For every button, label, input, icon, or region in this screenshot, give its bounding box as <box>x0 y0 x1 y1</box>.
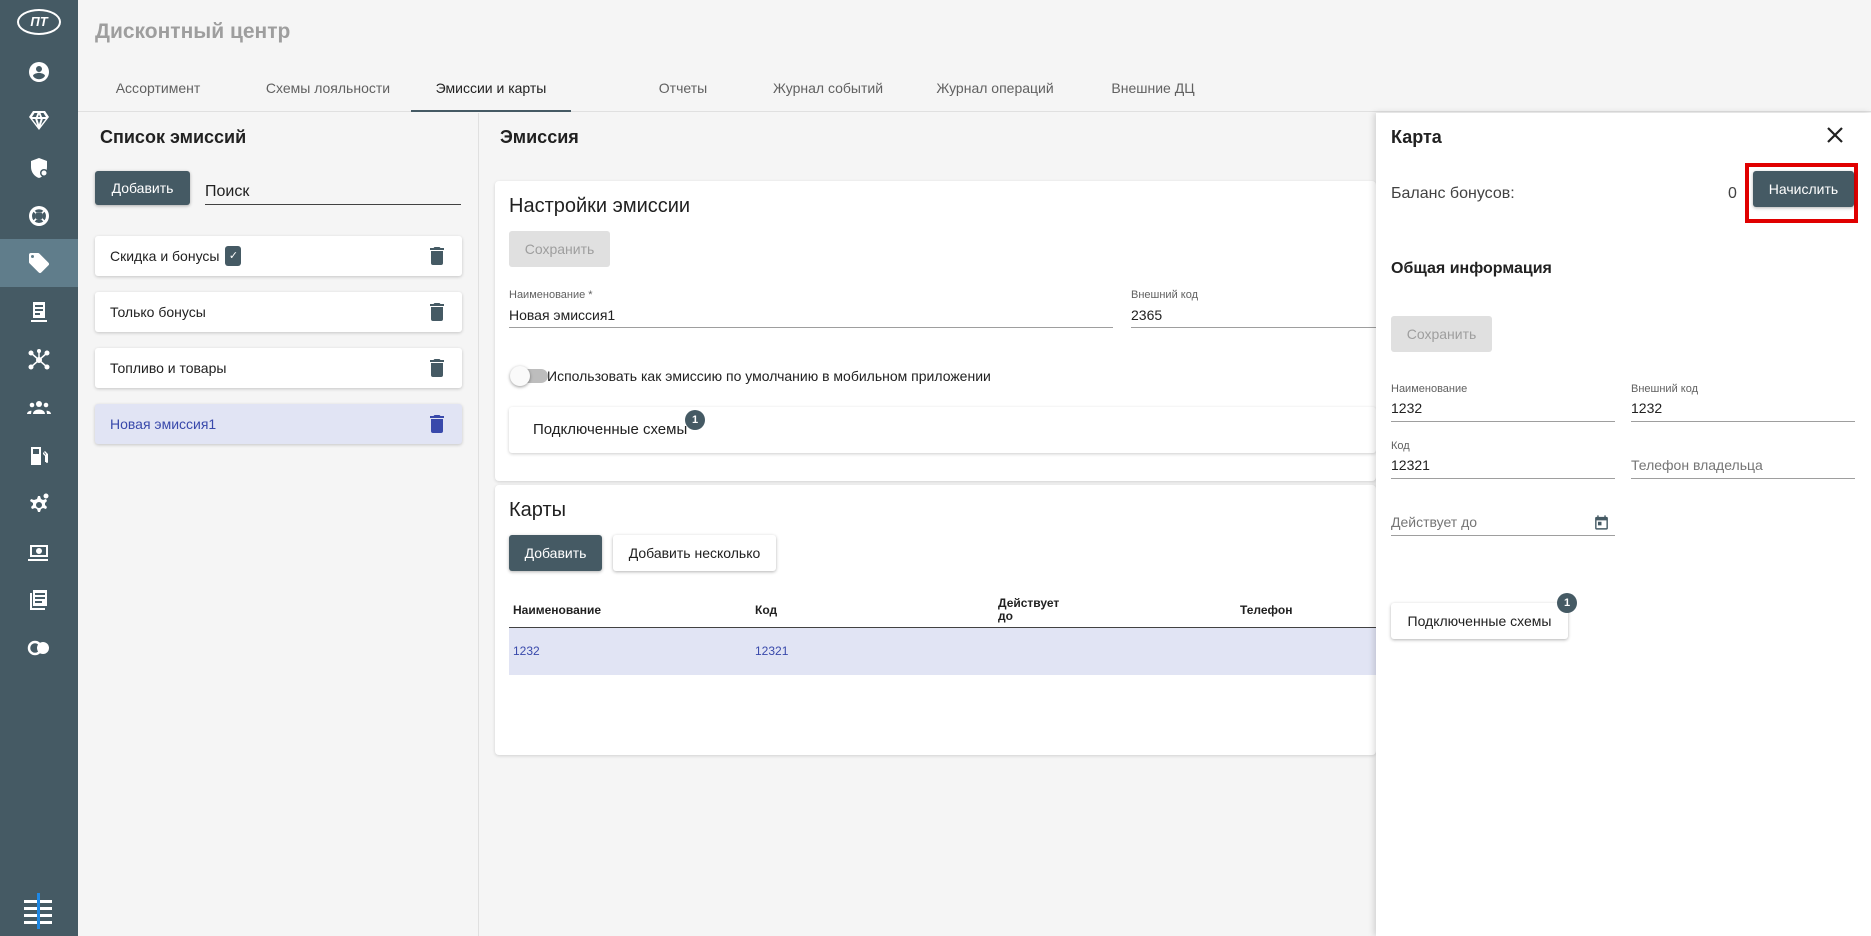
cards-title: Карты <box>509 499 566 521</box>
receipt-icon[interactable] <box>0 289 78 335</box>
general-info-title: Общая информация <box>1391 260 1552 277</box>
logo-icon[interactable]: ПТ <box>17 9 61 35</box>
col-header-phone[interactable]: Телефон <box>1240 603 1292 617</box>
shield-icon[interactable] <box>0 145 78 191</box>
emission-item-selected[interactable]: Новая эмиссия1 <box>95 404 462 444</box>
card-drawer: Карта Баланс бонусов: 0 Начислить Общая … <box>1376 113 1871 936</box>
settings-gear-icon[interactable] <box>0 481 78 527</box>
tab-assortment[interactable]: Ассортимент <box>98 64 218 112</box>
drawer-connected-schemes-button[interactable]: Подключенные схемы <box>1391 603 1568 639</box>
emission-item-label: Скидка и бонусы <box>110 248 220 264</box>
name-field[interactable]: Новая эмиссия1 <box>509 307 1113 328</box>
emission-item-label: Новая эмиссия1 <box>110 416 217 432</box>
emission-item[interactable]: Скидка и бонусы ✓ <box>95 236 462 276</box>
drawer-code-label: Код <box>1391 440 1410 452</box>
drawer-ext-code-field[interactable]: 1232 <box>1631 400 1855 422</box>
tab-event-log[interactable]: Журнал событий <box>743 64 913 112</box>
ext-code-label: Внешний код <box>1131 289 1199 301</box>
emission-item[interactable]: Топливо и товары <box>95 348 462 388</box>
save-button[interactable]: Сохранить <box>509 231 610 267</box>
row-name[interactable]: 1232 <box>513 644 540 658</box>
profile-icon[interactable] <box>0 49 78 95</box>
search-input[interactable] <box>205 179 461 205</box>
balance-label: Баланс бонусов: <box>1391 185 1515 202</box>
tab-external-dc[interactable]: Внешние ДЦ <box>1078 64 1228 112</box>
menu-icon[interactable] <box>24 893 52 929</box>
connected-schemes-label: Подключенные схемы <box>533 421 688 438</box>
drawer-ext-code-label: Внешний код <box>1631 383 1699 395</box>
menu-marker <box>37 893 40 929</box>
ext-code-field[interactable]: 2365 <box>1131 307 1376 328</box>
settings-title: Настройки эмиссии <box>509 195 691 217</box>
money-icon[interactable] <box>0 529 78 575</box>
col-header-valid-line1: Действует <box>998 596 1060 610</box>
emission-list-title: Список эмиссий <box>100 127 247 147</box>
accrue-button[interactable]: Начислить <box>1753 171 1854 207</box>
users-icon[interactable] <box>0 385 78 431</box>
schemes-count-badge: 1 <box>685 410 705 430</box>
row-code[interactable]: 12321 <box>755 644 788 658</box>
drawer-code-field[interactable]: 12321 <box>1391 457 1615 479</box>
circles-icon[interactable] <box>0 625 78 671</box>
name-label: Наименование * <box>509 289 593 301</box>
owner-phone-field[interactable]: Телефон владельца <box>1631 457 1855 479</box>
close-icon[interactable] <box>1824 124 1846 146</box>
tab-loyalty-schemes[interactable]: Схемы лояльности <box>248 64 408 112</box>
drawer-name-field[interactable]: 1232 <box>1391 400 1615 422</box>
tag-icon[interactable] <box>0 239 78 287</box>
tab-emissions-cards[interactable]: Эмиссии и карты <box>411 64 571 112</box>
balance-value: 0 <box>1728 185 1737 202</box>
table-row[interactable]: 1232 12321 <box>509 628 1376 675</box>
default-emission-toggle[interactable] <box>510 366 548 386</box>
toggle-label: Использовать как эмиссию по умолчанию в … <box>547 368 991 384</box>
tab-bar: Ассортимент Схемы лояльности Эмиссии и к… <box>78 64 1871 112</box>
drawer-schemes-count-badge: 1 <box>1557 593 1577 613</box>
col-header-name[interactable]: Наименование <box>513 603 601 617</box>
emission-title: Эмиссия <box>500 127 579 147</box>
trash-icon[interactable] <box>430 247 444 265</box>
lifebuoy-icon[interactable] <box>0 193 78 239</box>
diamond-icon[interactable] <box>0 97 78 143</box>
calendar-icon[interactable] <box>1593 514 1610 531</box>
drawer-save-button[interactable]: Сохранить <box>1391 316 1492 352</box>
app-title: Дисконтный центр <box>95 20 291 43</box>
col-header-valid-until[interactable]: Действует до <box>998 597 1059 623</box>
add-multiple-cards-button[interactable]: Добавить несколько <box>613 535 776 571</box>
col-header-code[interactable]: Код <box>755 603 777 617</box>
valid-until-field[interactable]: Действует до <box>1391 514 1615 536</box>
tab-operations-log[interactable]: Журнал операций <box>910 64 1080 112</box>
tab-reports[interactable]: Отчеты <box>623 64 743 112</box>
col-header-valid-line2: до <box>998 609 1013 623</box>
emission-list-panel: Список эмиссий Добавить Скидка и бонусы … <box>78 113 479 936</box>
trash-icon[interactable] <box>430 359 444 377</box>
connected-schemes-panel[interactable]: Подключенные схемы 1 <box>509 407 1376 453</box>
trash-icon[interactable] <box>430 303 444 321</box>
emission-item-label: Топливо и товары <box>110 360 227 376</box>
emission-panel: Эмиссия Настройки эмиссии Сохранить Наим… <box>480 113 1376 936</box>
emission-settings-card: Настройки эмиссии Сохранить Наименование… <box>495 181 1376 481</box>
trash-icon[interactable] <box>430 415 444 433</box>
drawer-title: Карта <box>1391 127 1442 147</box>
emission-item[interactable]: Только бонусы <box>95 292 462 332</box>
fuel-icon[interactable] <box>0 433 78 479</box>
add-card-button[interactable]: Добавить <box>509 535 602 571</box>
left-rail: ПТ <box>0 0 78 936</box>
check-badge-icon: ✓ <box>225 246 242 266</box>
add-emission-button[interactable]: Добавить <box>95 171 190 205</box>
list-icon[interactable] <box>0 577 78 623</box>
emission-item-label: Только бонусы <box>110 304 206 320</box>
network-icon[interactable] <box>0 337 78 383</box>
drawer-name-label: Наименование <box>1391 383 1468 395</box>
cards-card: Карты Добавить Добавить несколько Наимен… <box>495 485 1376 755</box>
